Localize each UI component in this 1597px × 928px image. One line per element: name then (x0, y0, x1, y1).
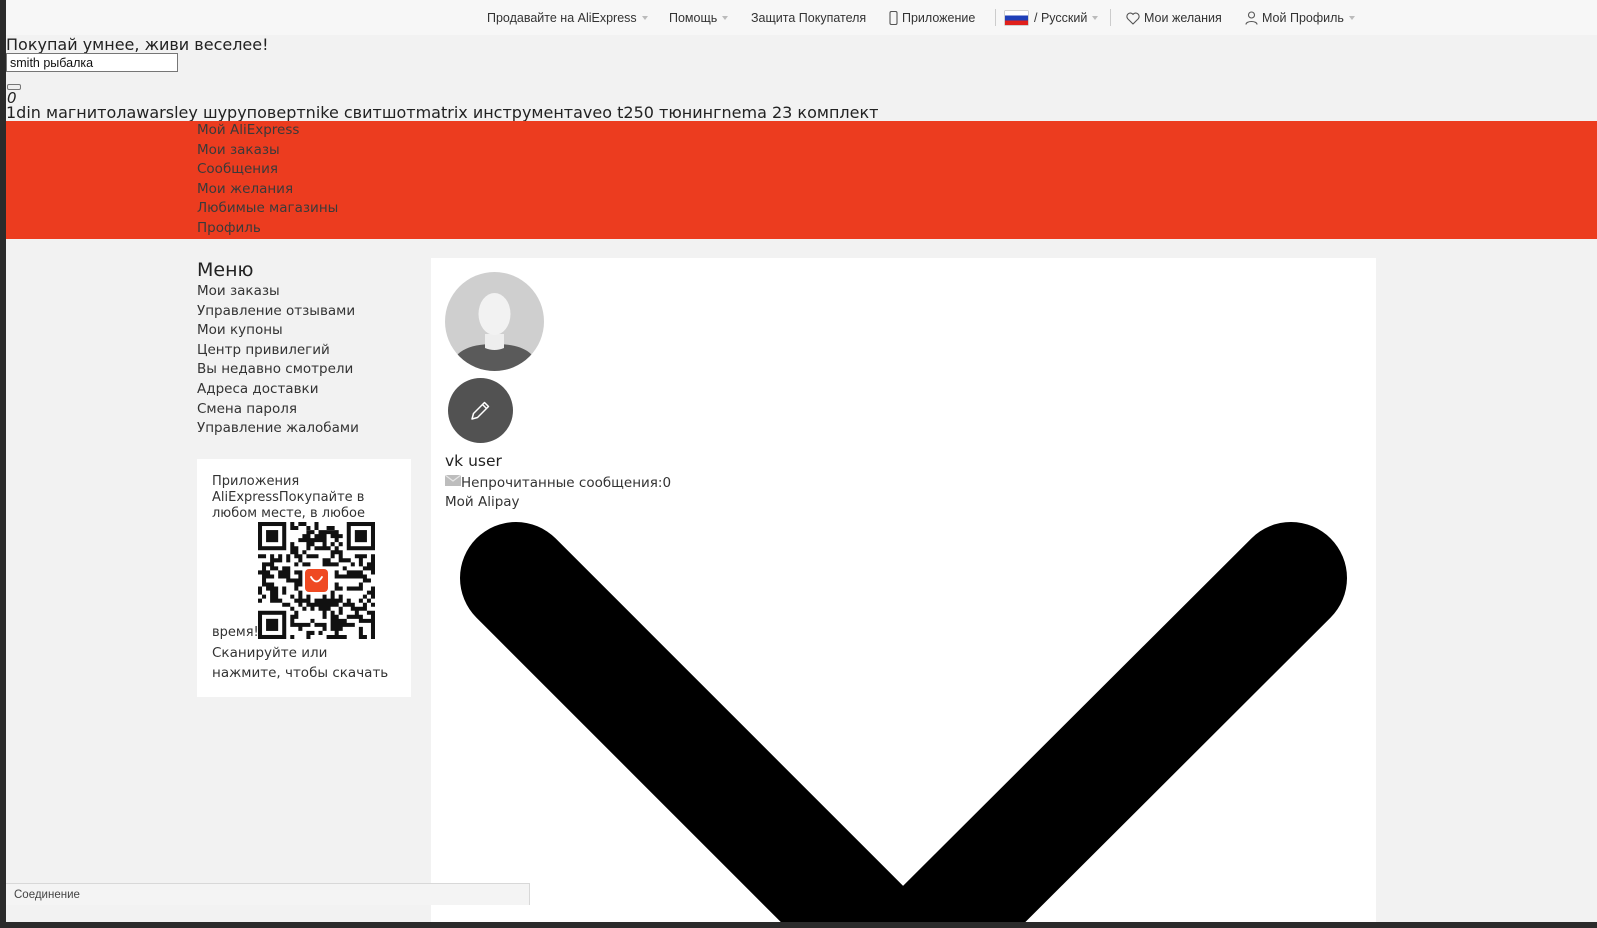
unread-count: 0 (662, 475, 672, 491)
hot-search-words[interactable]: 1din магнитолаwarsley шуруповертnike сви… (6, 104, 878, 122)
username: vk user (445, 452, 502, 470)
chevron-down-icon (1348, 16, 1355, 20)
menu-item-reviews[interactable]: Управление отзывами (197, 303, 355, 320)
chevron-down-icon (460, 522, 1347, 922)
envelope-icon (445, 475, 461, 486)
nav-my-aliexpress[interactable]: Мой AliExpress (197, 122, 299, 139)
divider (995, 9, 996, 26)
aliexpress-logo-icon (303, 567, 330, 594)
menu-title: Меню (197, 259, 254, 281)
menu-item-complaints[interactable]: Управление жалобами (197, 420, 359, 437)
app-scan-text: Сканируйте или нажмите, чтобы скачать (212, 645, 389, 681)
menu-item-orders[interactable]: Мои заказы (197, 283, 280, 300)
language-selector[interactable]: / Русский (1005, 10, 1099, 26)
search-input[interactable] (6, 53, 178, 72)
menu-item-coupons[interactable]: Мои купоны (197, 322, 283, 339)
browser-viewport: Продавайте на AliExpress Помощь Защита П… (6, 0, 1597, 922)
status-text: Соединение (14, 889, 80, 901)
user-icon (1245, 11, 1258, 25)
menu-item-privileges[interactable]: Центр привилегий (197, 342, 330, 359)
pencil-icon (471, 401, 490, 420)
menu-item-change-password[interactable]: Смена пароля (197, 401, 297, 418)
my-profile-menu[interactable]: Мой Профиль (1245, 10, 1355, 26)
menu-item-recently-viewed[interactable]: Вы недавно смотрели (197, 361, 353, 378)
buyer-protection-link[interactable]: Защита Покупателя (751, 10, 866, 26)
chevron-down-icon (722, 16, 729, 20)
buyer-protection-label: Защита Покупателя (751, 11, 867, 25)
wishlist-label: Мои желания (1144, 11, 1222, 25)
my-alipay-link[interactable]: Мой Alipay (445, 494, 520, 511)
chevron-down-icon (641, 16, 648, 20)
language-label: / Русский (1034, 11, 1088, 25)
profile-card: vk user Непрочитанные сообщения:0 Мой Al… (431, 258, 1376, 922)
nav-profile[interactable]: Профиль (197, 220, 261, 237)
help-menu[interactable]: Помощь (669, 10, 729, 26)
browser-status-bar: Соединение (6, 883, 530, 905)
divider (1110, 9, 1111, 26)
unread-label: Непрочитанные сообщения: (461, 475, 663, 491)
nav-wishlist[interactable]: Мои желания (197, 181, 293, 198)
help-label: Помощь (669, 11, 718, 25)
sell-on-aliexpress-link[interactable]: Продавайте на AliExpress (487, 10, 648, 26)
wishlist-link[interactable]: Мои желания (1126, 10, 1222, 26)
sell-label: Продавайте на AliExpress (487, 11, 637, 25)
avatar[interactable] (445, 272, 544, 371)
top-bar: Продавайте на AliExpress Помощь Защита П… (6, 0, 1597, 35)
heart-icon (1126, 12, 1140, 25)
phone-icon (889, 11, 898, 25)
nav-favorite-stores[interactable]: Любимые магазины (197, 200, 338, 217)
chevron-down-icon (1092, 16, 1099, 20)
app-link[interactable]: Приложение (889, 10, 975, 26)
nav-my-orders[interactable]: Мои заказы (197, 142, 280, 159)
menu-item-addresses[interactable]: Адреса доставки (197, 381, 318, 398)
app-label: Приложение (902, 11, 976, 25)
unread-messages[interactable]: Непрочитанные сообщения:0 (445, 475, 671, 492)
nav-messages[interactable]: Сообщения (197, 161, 278, 178)
my-profile-label: Мой Профиль (1262, 11, 1344, 25)
slogan: Покупай умнее, живи веселее! (6, 35, 269, 54)
qr-code[interactable] (258, 522, 375, 639)
app-promo-text: Приложения AliExpressПокупайте в любом м… (212, 474, 365, 521)
edit-avatar-button[interactable] (448, 378, 513, 443)
app-promo-text-end: время! (212, 625, 259, 640)
app-download-box: Приложения AliExpressПокупайте в любом м… (197, 459, 411, 697)
russia-flag-icon (1005, 11, 1028, 25)
